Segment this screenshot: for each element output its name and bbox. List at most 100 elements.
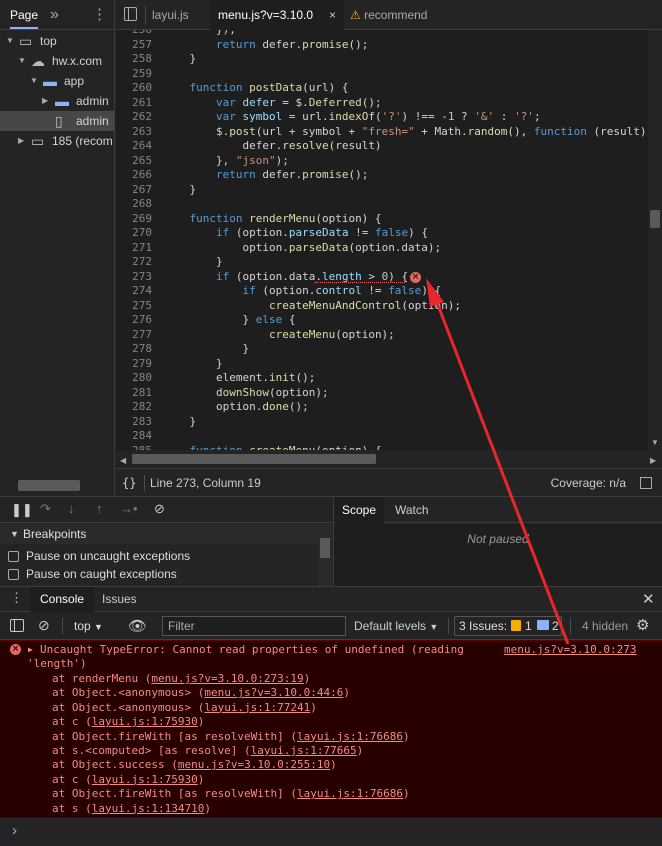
tree-item[interactable]: ▼ ☁ hw.x.com	[0, 51, 114, 71]
tab-layui-js[interactable]: layui.js	[144, 0, 197, 30]
log-levels-dropdown[interactable]: Default levels ▼	[354, 612, 438, 640]
collapse-arrow-icon[interactable]: ▼	[30, 71, 38, 91]
line-number[interactable]: 278	[116, 342, 152, 357]
expand-arrow-icon[interactable]: ▶	[42, 91, 48, 111]
tab-watch[interactable]: Watch	[395, 497, 429, 523]
tree-item[interactable]: ▯ admin	[0, 111, 114, 131]
line-number[interactable]: 258	[116, 52, 152, 67]
nav-horizontal-scrollbar[interactable]	[18, 480, 80, 491]
line-number[interactable]: 282	[116, 400, 152, 415]
code-line: 272 }	[116, 255, 648, 270]
editor-vertical-scrollbar[interactable]: ▼	[648, 30, 662, 450]
more-tabs-icon[interactable]: »	[50, 0, 59, 30]
line-number[interactable]: 264	[116, 139, 152, 154]
stack-frame-link[interactable]: menu.js?v=3.10.0:273:19	[151, 672, 303, 685]
tree-item[interactable]: ▼ ▬ app	[0, 71, 114, 91]
line-number[interactable]: 273	[116, 270, 152, 285]
stack-frame-link[interactable]: layui.js:1:77665	[251, 744, 357, 757]
close-tab-icon[interactable]: ×	[329, 0, 336, 30]
console-settings-gear-icon[interactable]: ⚙	[636, 616, 649, 634]
line-number[interactable]: 276	[116, 313, 152, 328]
line-number[interactable]: 271	[116, 241, 152, 256]
toggle-navigator-icon[interactable]	[124, 7, 137, 21]
tab-page[interactable]: Page	[10, 0, 39, 29]
line-number[interactable]: 280	[116, 371, 152, 386]
pretty-print-icon[interactable]: {}	[122, 469, 136, 497]
code-editor[interactable]: 256 });257 return defer.promise();258 }2…	[116, 30, 648, 450]
line-number[interactable]: 259	[116, 67, 152, 82]
line-number[interactable]: 261	[116, 96, 152, 111]
coverage-icon[interactable]	[640, 469, 654, 489]
clear-console-icon[interactable]: ⊘	[38, 617, 50, 634]
line-number[interactable]: 260	[116, 81, 152, 96]
line-number[interactable]: 257	[116, 38, 152, 53]
line-number[interactable]: 265	[116, 154, 152, 169]
tab-recommend[interactable]: ⚠ recommend	[342, 0, 435, 30]
line-number[interactable]: 277	[116, 328, 152, 343]
line-number[interactable]: 270	[116, 226, 152, 241]
line-number[interactable]: 283	[116, 415, 152, 430]
sidebar-toggle-icon[interactable]	[10, 619, 24, 632]
stack-frame-link[interactable]: layui.js:1:75930	[92, 773, 198, 786]
line-number[interactable]: 266	[116, 168, 152, 183]
line-number[interactable]: 268	[116, 197, 152, 212]
expand-arrow-icon[interactable]: ▶	[18, 131, 24, 151]
tab-issues[interactable]: Issues	[102, 587, 137, 612]
stack-frame-link[interactable]: layui.js:1:76686	[297, 787, 403, 800]
step-over-icon[interactable]: ↷	[40, 501, 51, 517]
tab-scope[interactable]: Scope	[334, 497, 384, 523]
live-expression-eye-icon[interactable]: 👁	[128, 617, 147, 635]
line-number[interactable]: 272	[116, 255, 152, 270]
pause-uncaught-checkbox[interactable]	[8, 551, 19, 562]
tab-menu-js[interactable]: menu.js?v=3.10.0 ×	[210, 0, 344, 30]
breakpoints-header[interactable]: ▼ Breakpoints	[0, 524, 318, 544]
step-icon[interactable]: →•	[120, 501, 138, 516]
error-headline-cont: 'length')	[27, 657, 87, 670]
drawer-menu-icon[interactable]: ⋮	[10, 590, 23, 606]
collapse-arrow-icon[interactable]: ▼	[6, 31, 14, 51]
step-into-icon[interactable]: ↓	[68, 501, 75, 516]
error-source-link[interactable]: menu.js?v=3.10.0:273	[504, 643, 636, 657]
filter-placeholder: Filter	[168, 619, 195, 633]
tree-item[interactable]: ▶ ▭ 185 (recom	[0, 131, 114, 151]
stack-frame-link[interactable]: layui.js:1:134710	[92, 802, 205, 815]
stack-frame-link[interactable]: layui.js:1:77241	[204, 701, 310, 714]
line-number[interactable]: 274	[116, 284, 152, 299]
stack-frame-link[interactable]: menu.js?v=3.10.0:44:6	[204, 686, 343, 699]
tree-item[interactable]: ▶ ▬ admin	[0, 91, 114, 111]
editor-horizontal-scrollbar[interactable]: ◀ ▶	[116, 450, 662, 468]
pause-caught-checkbox[interactable]	[8, 569, 19, 580]
tab-recommend-label: recommend	[364, 8, 428, 22]
navigator-menu-icon[interactable]: ⋮	[92, 0, 107, 30]
stack-frame-link[interactable]: layui.js:1:75930	[92, 715, 198, 728]
line-number[interactable]: 262	[116, 110, 152, 125]
step-out-icon[interactable]: ↑	[96, 501, 103, 516]
close-drawer-icon[interactable]: ✕	[642, 590, 655, 608]
line-number[interactable]: 256	[116, 30, 152, 38]
context-selector[interactable]: top ▼	[74, 612, 103, 640]
tree-item[interactable]: ▼ ▭ top	[0, 31, 114, 51]
pause-icon[interactable]: ❚❚	[11, 502, 33, 518]
pause-caught-row[interactable]: Pause on caught exceptions	[0, 565, 318, 583]
deactivate-breakpoints-icon[interactable]: ⊘	[154, 501, 165, 517]
collapse-arrow-icon[interactable]: ▼	[18, 51, 26, 71]
stack-frame-link[interactable]: menu.js?v=3.10.0:255:10	[178, 758, 330, 771]
line-number[interactable]: 263	[116, 125, 152, 140]
line-number[interactable]: 279	[116, 357, 152, 372]
console-prompt[interactable]: ›	[0, 818, 662, 846]
issues-counter[interactable]: 3 Issues: 1 2	[454, 616, 562, 636]
filter-input[interactable]: Filter	[162, 616, 346, 636]
line-number[interactable]: 281	[116, 386, 152, 401]
pause-uncaught-row[interactable]: Pause on uncaught exceptions	[0, 547, 318, 565]
code-line: 256 });	[116, 30, 648, 38]
breakpoints-scrollbar[interactable]	[318, 524, 332, 586]
line-number[interactable]: 269	[116, 212, 152, 227]
pause-uncaught-label: Pause on uncaught exceptions	[26, 549, 191, 563]
line-number[interactable]: 267	[116, 183, 152, 198]
line-number[interactable]: 284	[116, 429, 152, 444]
line-number[interactable]: 275	[116, 299, 152, 314]
error-marker-icon[interactable]: ×	[410, 271, 421, 283]
stack-frame-link[interactable]: layui.js:1:76686	[297, 730, 403, 743]
expand-arrow-icon[interactable]: ▶	[28, 645, 33, 654]
tab-console[interactable]: Console	[30, 587, 95, 612]
